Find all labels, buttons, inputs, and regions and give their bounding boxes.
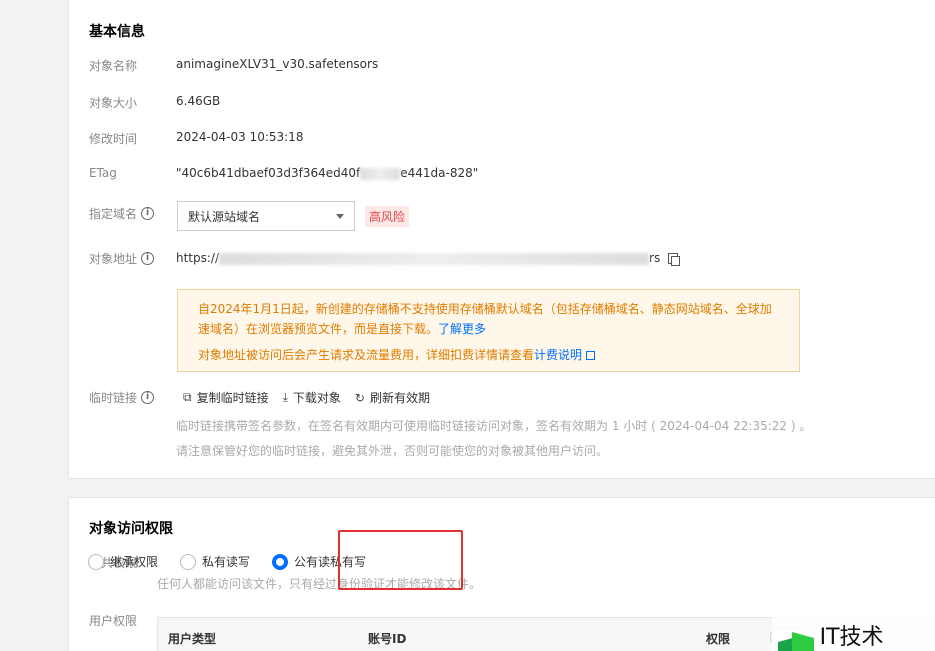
domain-notice: 自2024年1月1日起，新创建的存储桶不支持使用存储桶默认域名（包括存储桶域名、…: [177, 289, 800, 372]
watermark-text: IT技术6HU: [819, 625, 884, 650]
temp-link-label: 临时链接 i: [89, 389, 155, 406]
watermark: IT技术6HU: [772, 617, 935, 651]
section-title-perm: 对象访问权限: [89, 521, 173, 537]
notice-line-1: 自2024年1月1日起，新创建的存储桶不支持使用存储桶默认域名（包括存储桶域名、…: [198, 302, 772, 336]
redacted-blur: [360, 167, 401, 180]
user-permission-label: 用户权限: [89, 614, 138, 628]
info-icon[interactable]: i: [141, 207, 155, 220]
radio-circle-selected: [272, 553, 289, 570]
url-suffix: rs: [649, 251, 661, 265]
redacted-blur: [219, 252, 650, 265]
url-prefix: https://: [176, 251, 220, 265]
public-permission-radio-group: 继承权限 私有读写 公有读私有写: [88, 553, 366, 570]
modified-time-value: 2024-04-03 10:53:18: [176, 130, 304, 144]
radio-inherit[interactable]: 继承权限: [88, 553, 158, 570]
col-permission: 权限: [706, 632, 731, 646]
chevron-down-icon: [336, 213, 344, 219]
copy-icon[interactable]: [668, 253, 681, 266]
section-title-basic: 基本信息: [89, 24, 145, 40]
object-size-label: 对象大小: [89, 96, 138, 110]
basic-info-card: 基本信息 对象名称 animagineXLV31_v30.safetensors…: [68, 0, 935, 479]
download-icon: ⤓: [282, 390, 288, 404]
modified-time-label: 修改时间: [89, 132, 138, 146]
object-url-label: 对象地址 i: [89, 250, 155, 267]
radio-circle: [180, 553, 197, 570]
temp-link-hint-1: 临时链接携带签名参数，在签名有效期内可使用临时链接访问对象，签名有效期为 1 小…: [176, 419, 812, 433]
domain-select[interactable]: 默认源站域名: [177, 201, 355, 231]
info-icon[interactable]: i: [141, 391, 155, 404]
notice-line-2: 对象地址被访问后会产生请求及流量费用，详细扣费详情请查看计费说明: [198, 345, 779, 365]
download-object-button[interactable]: ⤓ 下载对象: [283, 389, 341, 406]
highlight-annotation-box: [338, 530, 463, 590]
learn-more-link[interactable]: 了解更多: [438, 322, 486, 336]
billing-link[interactable]: 计费说明: [534, 348, 582, 362]
copy-temp-link-button[interactable]: ⧉ 复制临时链接: [183, 389, 269, 406]
watermark-logo-icon: [778, 631, 814, 651]
external-link-icon[interactable]: [586, 351, 596, 360]
object-url-value: https:// rs: [176, 251, 681, 266]
info-icon[interactable]: i: [141, 252, 155, 265]
temp-link-hint-2: 请注意保管好您的临时链接，避免其外泄，否则可能使您的对象被其他用户访问。: [176, 444, 609, 458]
object-name-value: animagineXLV31_v30.safetensors: [176, 57, 379, 71]
refresh-validity-button[interactable]: ↻ 刷新有效期: [355, 389, 430, 406]
domain-label: 指定域名 i: [89, 205, 155, 222]
temp-link-actions: ⧉ 复制临时链接 ⤓ 下载对象 ↻ 刷新有效期: [183, 389, 430, 406]
col-user-type: 用户类型: [168, 632, 217, 646]
radio-circle: [88, 553, 104, 570]
object-size-value: 6.46GB: [176, 94, 221, 108]
col-account-id: 账号ID: [368, 632, 407, 646]
etag-prefix: "40c6b41dbaef03d3f364ed40f: [176, 166, 361, 180]
etag-suffix: e441da-828": [400, 166, 479, 180]
refresh-icon: ↻: [354, 390, 365, 405]
radio-private-rw[interactable]: 私有读写: [180, 553, 250, 570]
copy-icon: ⧉: [183, 390, 192, 404]
risk-badge: 高风险: [365, 206, 410, 227]
etag-label: ETag: [89, 166, 117, 180]
object-name-label: 对象名称: [89, 59, 138, 73]
domain-select-value: 默认源站域名: [188, 209, 261, 224]
etag-value: "40c6b41dbaef03d3f364ed40f e441da-828": [176, 166, 478, 180]
